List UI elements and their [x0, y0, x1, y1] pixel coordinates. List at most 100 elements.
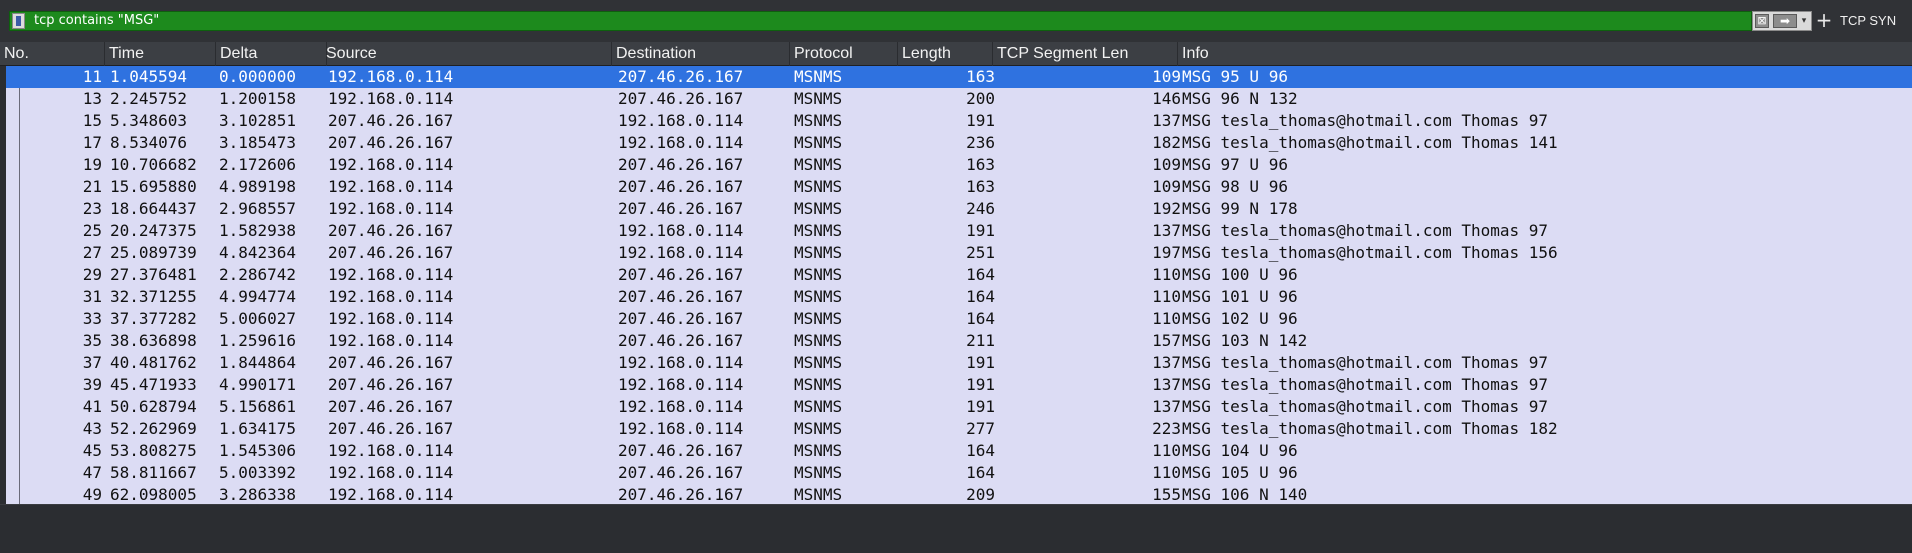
cell-no: 37 [82, 353, 102, 372]
packet-row[interactable]: 35 38.636898 1.259616 192.168.0.114 207.46.2… [6, 330, 1912, 352]
col-header-length[interactable]: Length [898, 42, 993, 66]
cell-destination: 207.46.26.167 [618, 199, 744, 218]
cell-source: 192.168.0.114 [328, 331, 454, 350]
cell-info: MSG tesla_thomas@hotmail.com Thomas 97 [1182, 221, 1549, 240]
cell-protocol: MSNMS [794, 309, 843, 328]
cell-info: MSG tesla_thomas@hotmail.com Thomas 182 [1182, 419, 1558, 438]
packet-list: No. Time Delta Source Destination Protoc… [0, 42, 1912, 504]
packet-row[interactable]: 17 8.534076 3.185473 207.46.26.167 192.168.0… [6, 132, 1912, 154]
cell-protocol: MSNMS [794, 177, 843, 196]
packet-row[interactable]: 31 32.371255 4.994774 192.168.0.114 207.46.2… [6, 286, 1912, 308]
packet-row[interactable]: 33 37.377282 5.006027 192.168.0.114 207.46.2… [6, 308, 1912, 330]
display-filter-input[interactable] [32, 12, 1760, 30]
cell-length: 246 [966, 199, 995, 218]
packet-details-pane [0, 504, 1912, 553]
cell-source: 207.46.26.167 [328, 133, 454, 152]
cell-destination: 192.168.0.114 [618, 111, 744, 130]
cell-no: 21 [82, 177, 102, 196]
cell-time: 1.045594 [110, 67, 188, 86]
cell-no: 35 [82, 331, 102, 350]
cell-protocol: MSNMS [794, 485, 843, 504]
cell-seglen: 109 [1152, 177, 1181, 196]
packet-row[interactable]: 25 20.247375 1.582938 207.46.26.167 192.168.… [6, 220, 1912, 242]
cell-destination: 192.168.0.114 [618, 397, 744, 416]
packet-row[interactable]: 37 40.481762 1.844864 207.46.26.167 192.168.… [6, 352, 1912, 374]
cell-destination: 192.168.0.114 [618, 419, 744, 438]
cell-info: MSG tesla_thomas@hotmail.com Thomas 97 [1182, 353, 1549, 372]
cell-length: 236 [966, 133, 995, 152]
filter-button-tcp-syn[interactable]: TCP SYN [1840, 12, 1896, 30]
packet-row[interactable]: 23 18.664437 2.968557 192.168.0.114 207.46.2… [6, 198, 1912, 220]
cell-info: MSG 103 N 142 [1182, 331, 1308, 350]
packet-row[interactable]: 39 45.471933 4.990171 207.46.26.167 192.168.… [6, 374, 1912, 396]
cell-source: 207.46.26.167 [328, 111, 454, 130]
cell-destination: 207.46.26.167 [618, 287, 744, 306]
cell-seglen: 223 [1152, 419, 1181, 438]
col-header-protocol[interactable]: Protocol [790, 42, 898, 66]
cell-delta: 1.582938 [219, 221, 297, 240]
col-header-destination[interactable]: Destination [612, 42, 790, 66]
col-header-no[interactable]: No. [0, 42, 105, 66]
col-header-time[interactable]: Time [105, 42, 216, 66]
cell-protocol: MSNMS [794, 111, 843, 130]
cell-protocol: MSNMS [794, 353, 843, 372]
cell-no: 39 [82, 375, 102, 394]
cell-delta: 4.842364 [219, 243, 297, 262]
cell-seglen: 155 [1152, 485, 1181, 504]
cell-length: 191 [966, 353, 995, 372]
clear-filter-icon[interactable]: ⊠ [1755, 14, 1769, 28]
cell-time: 62.098005 [110, 485, 197, 504]
cell-no: 27 [82, 243, 102, 262]
cell-delta: 1.200158 [219, 89, 297, 108]
packet-row[interactable]: 27 25.089739 4.842364 207.46.26.167 192.168.… [6, 242, 1912, 264]
cell-info: MSG tesla_thomas@hotmail.com Thomas 97 [1182, 397, 1549, 416]
add-filter-button-plus-icon[interactable]: + [1815, 9, 1833, 31]
col-header-tcp-segment-len[interactable]: TCP Segment Len [993, 42, 1178, 66]
cell-seglen: 109 [1152, 67, 1181, 86]
packet-row[interactable]: 13 2.245752 1.200158 192.168.0.114 207.46.26… [6, 88, 1912, 110]
cell-time: 40.481762 [110, 353, 197, 372]
cell-length: 163 [966, 155, 995, 174]
cell-length: 164 [966, 265, 995, 284]
cell-info: MSG 106 N 140 [1182, 485, 1308, 504]
cell-protocol: MSNMS [794, 89, 843, 108]
packet-row[interactable]: 43 52.262969 1.634175 207.46.26.167 192.168.… [6, 418, 1912, 440]
packet-row[interactable]: 15 5.348603 3.102851 207.46.26.167 192.168.0… [6, 110, 1912, 132]
cell-time: 52.262969 [110, 419, 197, 438]
col-header-info[interactable]: Info [1178, 42, 1912, 66]
cell-delta: 2.286742 [219, 265, 297, 284]
cell-protocol: MSNMS [794, 133, 843, 152]
cell-protocol: MSNMS [794, 441, 843, 460]
cell-delta: 3.185473 [219, 133, 297, 152]
col-header-delta[interactable]: Delta [216, 42, 327, 66]
packet-row[interactable]: 11 1.045594 0.000000 192.168.0.114 207.46.26… [6, 66, 1912, 88]
apply-filter-arrow-icon[interactable]: ➡ [1773, 14, 1797, 28]
cell-delta: 5.003392 [219, 463, 297, 482]
cell-time: 18.664437 [110, 199, 197, 218]
cell-delta: 5.156861 [219, 397, 297, 416]
cell-destination: 207.46.26.167 [618, 89, 744, 108]
cell-time: 50.628794 [110, 397, 197, 416]
cell-protocol: MSNMS [794, 463, 843, 482]
cell-seglen: 137 [1152, 353, 1181, 372]
col-header-source[interactable]: Source [322, 42, 612, 66]
filter-bookmark-icon[interactable] [12, 13, 25, 29]
cell-length: 191 [966, 111, 995, 130]
cell-no: 43 [82, 419, 102, 438]
cell-source: 192.168.0.114 [328, 199, 454, 218]
cell-no: 23 [82, 199, 102, 218]
packet-row[interactable]: 45 53.808275 1.545306 192.168.0.114 207.46.2… [6, 440, 1912, 462]
cell-no: 31 [82, 287, 102, 306]
cell-destination: 192.168.0.114 [618, 353, 744, 372]
packet-row[interactable]: 41 50.628794 5.156861 207.46.26.167 192.168.… [6, 396, 1912, 418]
packet-row[interactable]: 19 10.706682 2.172606 192.168.0.114 207.46.2… [6, 154, 1912, 176]
cell-protocol: MSNMS [794, 397, 843, 416]
packet-row[interactable]: 21 15.695880 4.989198 192.168.0.114 207.46.2… [6, 176, 1912, 198]
packet-row[interactable]: 29 27.376481 2.286742 192.168.0.114 207.46.2… [6, 264, 1912, 286]
packet-row[interactable]: 49 62.098005 3.286338 192.168.0.114 207.46.2… [6, 484, 1912, 506]
cell-destination: 207.46.26.167 [618, 67, 744, 86]
filter-history-dropdown-icon[interactable]: ▾ [1799, 14, 1809, 28]
packet-row[interactable]: 47 58.811667 5.003392 192.168.0.114 207.46.2… [6, 462, 1912, 484]
cell-time: 45.471933 [110, 375, 197, 394]
cell-delta: 0.000000 [219, 67, 297, 86]
